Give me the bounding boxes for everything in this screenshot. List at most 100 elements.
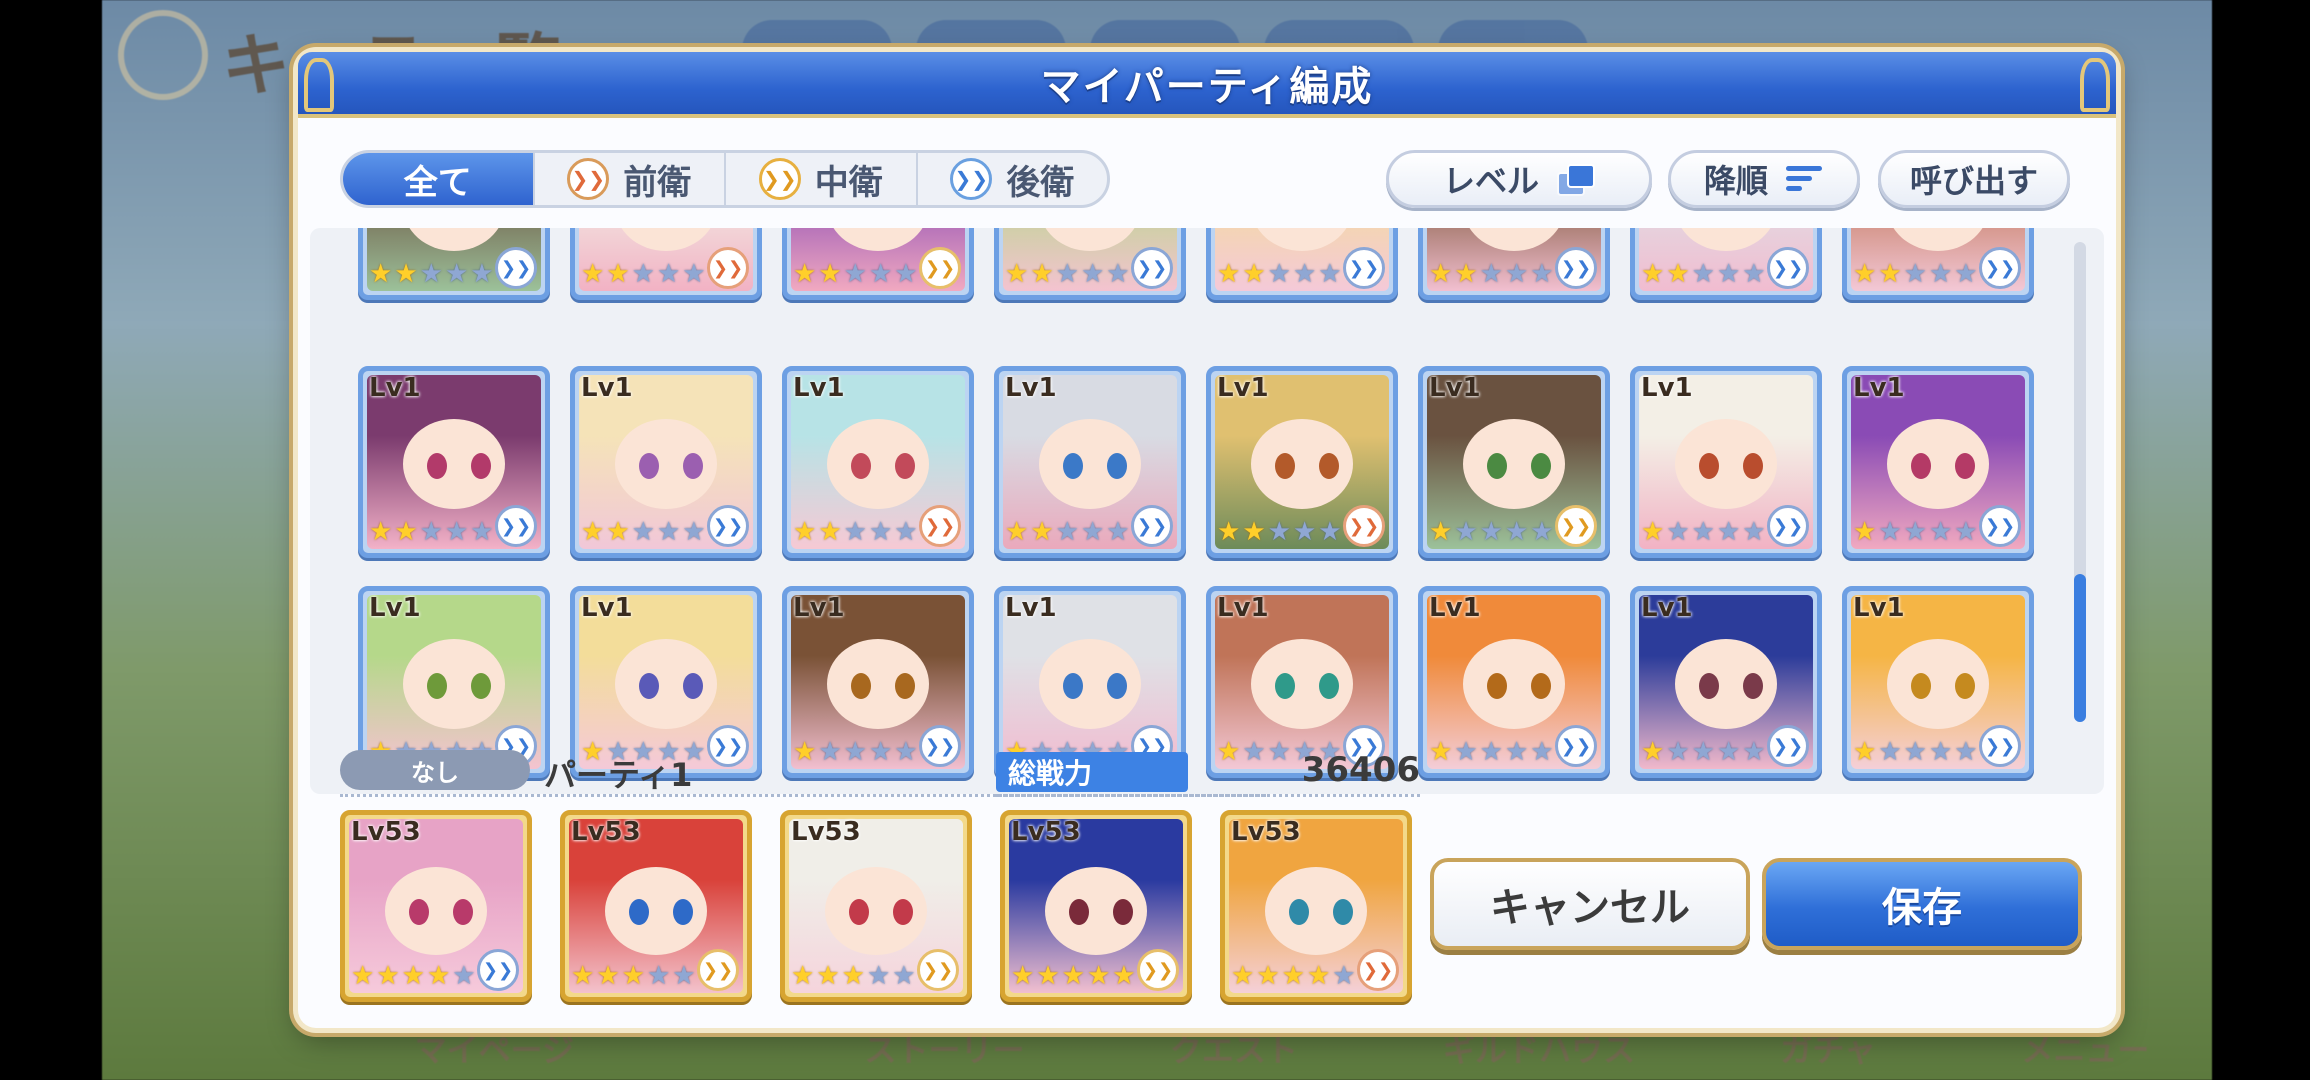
party-member-card[interactable]: Lv53 ★ ★ ★ ★ ★ ❯❯ — [780, 810, 972, 1002]
party-member-card[interactable]: Lv53 ★ ★ ★ ★ ★ ❯❯ — [340, 810, 532, 1002]
star-icon: ★ — [1530, 517, 1554, 547]
character-eye — [1069, 899, 1089, 925]
star-icon: ★ — [1281, 961, 1305, 991]
character-eye — [683, 673, 703, 699]
star-icon: ★ — [1530, 737, 1554, 767]
level-label: Lv53 — [1231, 817, 1301, 847]
star-icon: ★ — [1716, 517, 1741, 547]
star-icon: ★ — [1030, 259, 1054, 289]
star-icon: ★ — [894, 517, 918, 547]
character-eye — [1699, 673, 1719, 699]
star-icon: ★ — [1903, 737, 1927, 767]
star-rating: ★★★★★ — [581, 519, 706, 545]
modal-title: マイパーティ編成 — [1040, 64, 1374, 110]
character-card[interactable]: ★ ★ ★ ★ ★ ❯❯ — [1630, 228, 1822, 300]
level-label: Lv1 — [369, 373, 421, 403]
star-icon: ★ — [631, 517, 655, 547]
star-icon: ★ — [841, 961, 865, 991]
character-card[interactable]: Lv1 ★★★★★ ❯❯ — [782, 366, 974, 558]
tab-middle[interactable]: ❯❯ 中衛 — [724, 153, 916, 205]
star-icon: ★ — [426, 961, 451, 991]
character-card[interactable]: ★ ★ ★ ★ ★ ❯❯ — [358, 228, 550, 300]
star-rating: ★★★★★ — [369, 519, 494, 545]
nav-item-gacha: ガチャ — [1780, 1030, 1877, 1069]
star-rating: ★★★★★ — [581, 261, 706, 287]
star-icon: ★ — [444, 517, 469, 547]
star-icon: ★ — [1242, 517, 1266, 547]
star-icon: ★ — [682, 517, 706, 547]
tab-back[interactable]: ❯❯ 後衛 — [915, 153, 1108, 205]
scrollbar-thumb[interactable] — [2074, 574, 2086, 722]
character-card[interactable]: Lv1 ★★★★★ ❯❯ — [994, 366, 1186, 558]
level-label: Lv1 — [1853, 373, 1905, 403]
character-card[interactable]: Lv1 ★★★★★ ❯❯ — [1630, 586, 1822, 778]
star-icon: ★ — [1055, 259, 1079, 289]
star-rating: ★★★★★ — [351, 963, 476, 989]
character-card[interactable]: Lv1 ★★★★★ ❯❯ — [1630, 366, 1822, 558]
character-card[interactable]: Lv1 ★★★★★ ❯❯ — [1418, 586, 1610, 778]
star-icon: ★ — [1256, 961, 1280, 991]
star-icon: ★ — [1217, 259, 1241, 289]
recall-button[interactable]: 呼び出す — [1878, 150, 2070, 208]
character-card[interactable]: Lv1 ★★★★★ ❯❯ — [570, 366, 762, 558]
character-eye — [1531, 673, 1551, 699]
sort-level-button[interactable]: レベル — [1386, 150, 1652, 208]
star-icon: ★ — [1086, 961, 1111, 991]
character-card[interactable]: ★ ★ ★ ★ ★ ❯❯ — [1418, 228, 1610, 300]
star-icon: ★ — [1061, 961, 1085, 991]
character-card[interactable]: ★ ★ ★ ★ ★ ❯❯ — [570, 228, 762, 300]
star-rating: ★★★★★ — [1429, 739, 1554, 765]
star-icon: ★ — [1217, 517, 1241, 547]
character-card[interactable]: Lv1 ★★★★★ ❯❯ — [1842, 366, 2034, 558]
party-member-card[interactable]: Lv53 ★ ★ ★ ★ ★ ❯❯ — [560, 810, 752, 1002]
star-icon: ★ — [1292, 517, 1317, 547]
star-icon: ★ — [656, 259, 681, 289]
party-member-card[interactable]: Lv53 ★ ★ ★ ★ ★ ❯❯ — [1220, 810, 1412, 1002]
level-label: Lv1 — [1853, 593, 1905, 623]
star-icon: ★ — [1928, 259, 1953, 289]
level-label: Lv1 — [1641, 593, 1693, 623]
character-card[interactable]: ★ ★ ★ ★ ★ ❯❯ — [1206, 228, 1398, 300]
star-icon: ★ — [401, 961, 425, 991]
back-role-icon: ❯❯ — [1979, 247, 2021, 289]
tab-front[interactable]: ❯❯ 前衛 — [532, 153, 725, 205]
star-icon: ★ — [1318, 259, 1342, 289]
sort-order-button[interactable]: 降順 — [1668, 150, 1860, 208]
star-icon: ★ — [1504, 517, 1529, 547]
character-card[interactable]: ★ ★ ★ ★ ★ ❯❯ — [782, 228, 974, 300]
star-icon: ★ — [1030, 517, 1054, 547]
back-role-icon: ❯❯ — [477, 949, 519, 991]
star-rating: ★★★★★ — [1429, 519, 1554, 545]
star-icon: ★ — [606, 259, 630, 289]
star-icon: ★ — [1928, 517, 1953, 547]
star-icon: ★ — [1716, 259, 1741, 289]
tab-all[interactable]: 全て — [343, 153, 533, 205]
party-name: パーティ1 — [544, 756, 693, 794]
star-icon: ★ — [1479, 259, 1503, 289]
star-rating: ★★★★★ — [1853, 261, 1978, 287]
star-icon: ★ — [1928, 737, 1953, 767]
character-card[interactable]: Lv1 ★★★★★ ❯❯ — [1418, 366, 1610, 558]
character-eye — [1113, 899, 1133, 925]
character-card[interactable]: ★ ★ ★ ★ ★ ❯❯ — [1842, 228, 2034, 300]
character-card[interactable]: ★ ★ ★ ★ ★ ❯❯ — [994, 228, 1186, 300]
level-label: Lv1 — [793, 373, 845, 403]
character-card[interactable]: Lv1 ★★★★★ ❯❯ — [1842, 586, 2034, 778]
character-card[interactable]: Lv1 ★★★★★ ❯❯ — [358, 366, 550, 558]
cancel-button[interactable]: キャンセル — [1430, 858, 1750, 950]
star-rating: ★★★★★ — [1641, 261, 1766, 287]
modal-header: マイパーティ編成 — [298, 52, 2116, 118]
star-icon: ★ — [1504, 259, 1529, 289]
character-grid: ★ ★ ★ ★ ★ ❯❯ ★ ★ ★ ★ ★ ❯❯ ★ ★ ★ ★ ★ ❯❯ ★ ★ ★ ★ ★ ❯❯ ★ ★ ★ ★… — [310, 228, 2104, 794]
star-icon: ★ — [1429, 259, 1453, 289]
star-rating: ★★★★★ — [1005, 519, 1130, 545]
star-icon: ★ — [1005, 517, 1029, 547]
recall-label: 呼び出す — [1909, 162, 2038, 200]
save-button[interactable]: 保存 — [1762, 858, 2082, 950]
character-card[interactable]: Lv1 ★★★★★ ❯❯ — [1206, 366, 1398, 558]
middle-role-icon: ❯❯ — [917, 949, 959, 991]
star-icon: ★ — [419, 259, 443, 289]
star-icon: ★ — [1666, 517, 1690, 547]
character-eye — [895, 673, 915, 699]
party-member-card[interactable]: Lv53 ★ ★ ★ ★ ★ ❯❯ — [1000, 810, 1192, 1002]
